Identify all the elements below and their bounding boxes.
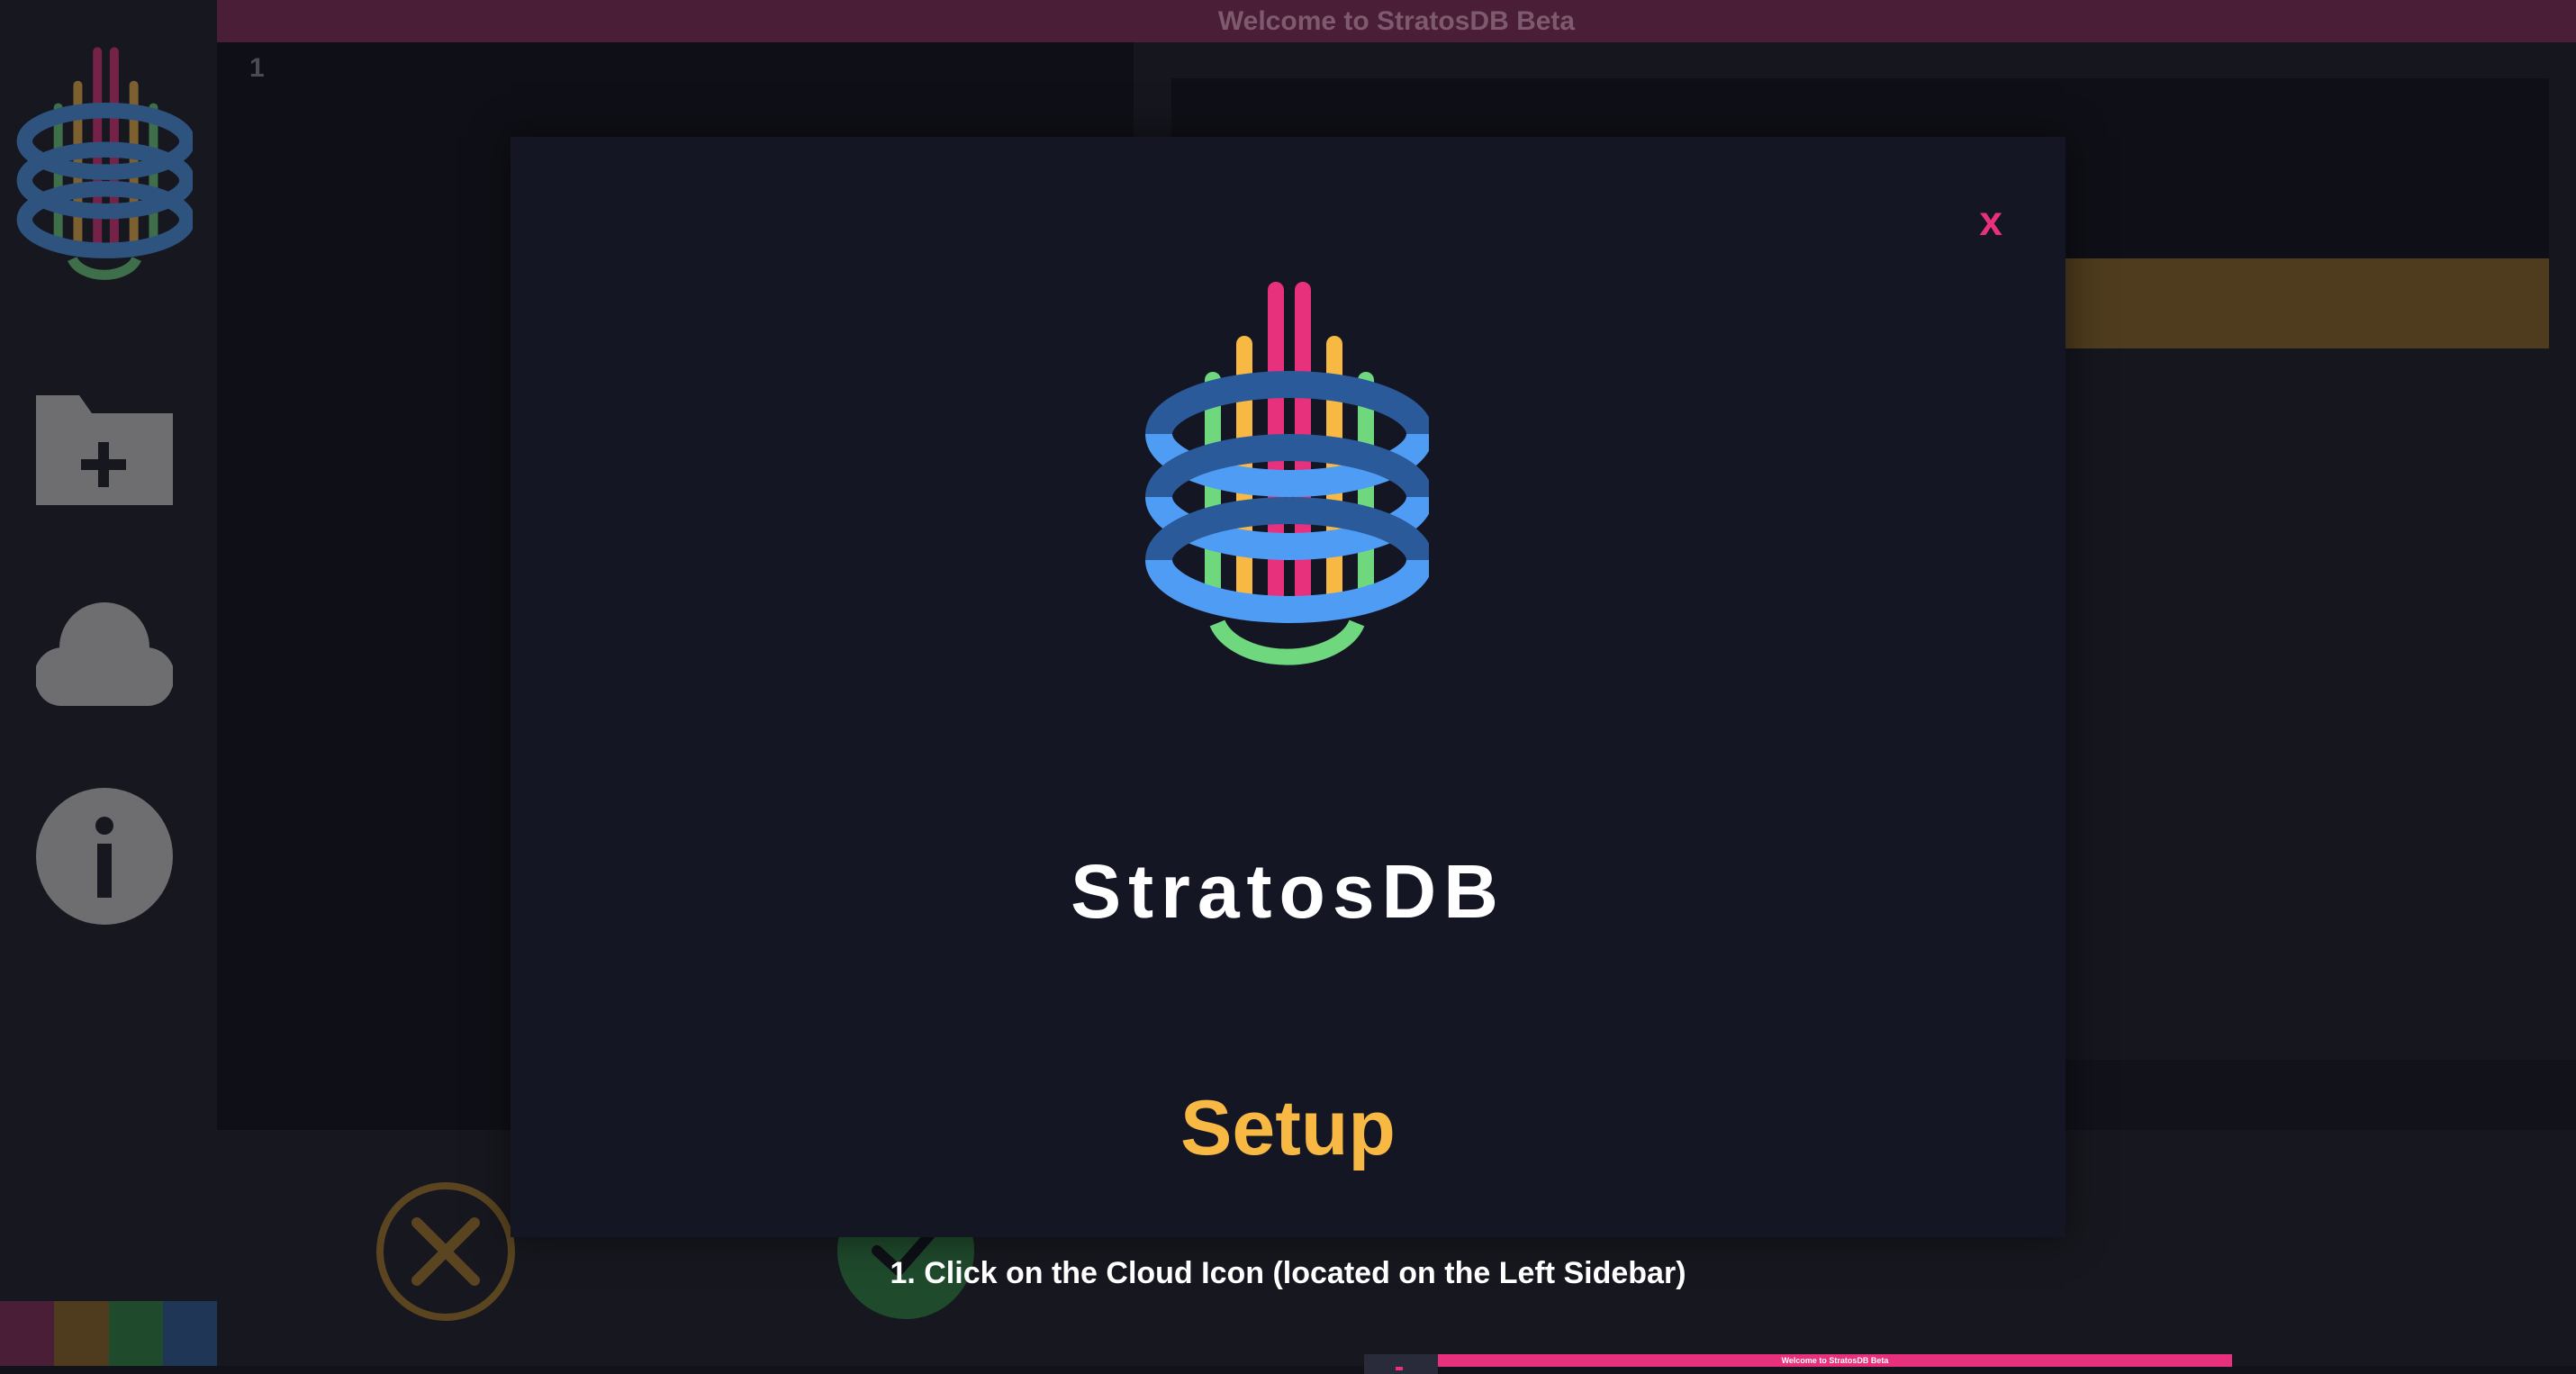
stratosdb-logo-small [16, 47, 193, 280]
preview-title: Welcome to StratosDB Beta [1781, 1356, 1889, 1365]
swatch-blue [162, 1301, 217, 1366]
welcome-modal: x StratosDB Setup 1. Click on the Cloud … [511, 137, 2232, 1374]
stratosdb-logo [1145, 282, 1429, 665]
modal-close-button[interactable]: x [1979, 200, 2002, 241]
preview-sidebar [1364, 1354, 1438, 1374]
color-swatches [0, 1301, 217, 1366]
line-number: 1 [249, 53, 265, 83]
window-title-bar: Welcome to StratosDB Beta [217, 0, 2576, 42]
setup-instruction: 1. Click on the Cloud Icon (located on t… [890, 1256, 1686, 1290]
cloud-icon[interactable] [36, 585, 173, 722]
close-icon [411, 1217, 480, 1286]
swatch-green [108, 1301, 163, 1366]
preview-dot [1396, 1367, 1403, 1370]
folder-plus-icon[interactable] [36, 378, 173, 515]
cancel-button[interactable] [376, 1182, 515, 1321]
window-title: Welcome to StratosDB Beta [1217, 5, 1576, 36]
brand-name: StratosDB [1071, 849, 1505, 934]
setup-title: Setup [1180, 1085, 1396, 1171]
preview-title-bar: Welcome to StratosDB Beta [1438, 1354, 2232, 1367]
left-sidebar [0, 0, 217, 1366]
setup-preview-image: Welcome to StratosDB Beta [1364, 1354, 2232, 1374]
info-icon[interactable] [36, 788, 173, 925]
swatch-pink [0, 1301, 55, 1366]
swatch-yellow [54, 1301, 109, 1366]
